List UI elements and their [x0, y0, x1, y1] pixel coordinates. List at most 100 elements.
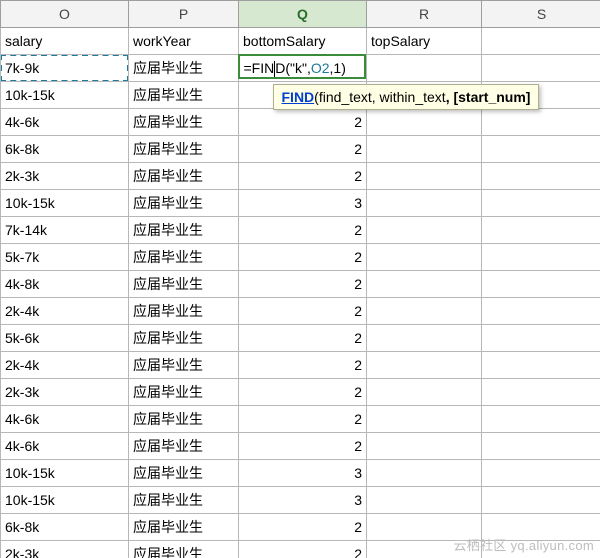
cell-workyear[interactable]: 应届毕业生	[129, 433, 239, 460]
cell[interactable]: workYear	[129, 28, 239, 55]
cell-workyear[interactable]: 应届毕业生	[129, 190, 239, 217]
cell[interactable]	[482, 433, 600, 460]
cell-workyear[interactable]: 应届毕业生	[129, 487, 239, 514]
cell-salary[interactable]: 4k-6k	[1, 433, 129, 460]
cell-topsalary[interactable]	[367, 298, 482, 325]
cell-salary[interactable]: 2k-3k	[1, 379, 129, 406]
cell-workyear[interactable]: 应届毕业生	[129, 244, 239, 271]
cell[interactable]	[482, 163, 600, 190]
cell-workyear[interactable]: 应届毕业生	[129, 109, 239, 136]
cell-bottomsalary[interactable]: 2	[239, 541, 367, 558]
col-header-O[interactable]: O	[1, 1, 129, 28]
cell-bottomsalary[interactable]: 3	[239, 487, 367, 514]
cell-topsalary[interactable]	[367, 55, 482, 82]
cell-workyear[interactable]: 应届毕业生	[129, 136, 239, 163]
cell[interactable]: salary	[1, 28, 129, 55]
cell-salary[interactable]: 10k-15k	[1, 190, 129, 217]
cell-topsalary[interactable]	[367, 136, 482, 163]
cell-bottomsalary[interactable]: 2	[239, 136, 367, 163]
cell[interactable]	[482, 541, 600, 558]
cell[interactable]	[482, 271, 600, 298]
cell-salary[interactable]: 4k-6k	[1, 109, 129, 136]
cell-topsalary[interactable]	[367, 109, 482, 136]
cell-bottomsalary[interactable]: 3	[239, 190, 367, 217]
cell[interactable]	[482, 28, 600, 55]
cell-workyear[interactable]: 应届毕业生	[129, 82, 239, 109]
cell[interactable]	[482, 217, 600, 244]
cell-workyear[interactable]: 应届毕业生	[129, 352, 239, 379]
cell-bottomsalary[interactable]: 2	[239, 379, 367, 406]
cell-topsalary[interactable]	[367, 487, 482, 514]
col-header-P[interactable]: P	[129, 1, 239, 28]
cell-bottomsalary[interactable]: 2	[239, 244, 367, 271]
cell-topsalary[interactable]	[367, 433, 482, 460]
cell[interactable]	[482, 136, 600, 163]
cell-salary[interactable]: 10k-15k	[1, 487, 129, 514]
cell-salary[interactable]: 2k-3k	[1, 541, 129, 558]
cell[interactable]	[482, 406, 600, 433]
cell-topsalary[interactable]	[367, 163, 482, 190]
cell-salary[interactable]: 2k-4k	[1, 352, 129, 379]
cell[interactable]	[482, 55, 600, 82]
cell-bottomsalary[interactable]: 2	[239, 217, 367, 244]
cell-salary[interactable]: 4k-8k	[1, 271, 129, 298]
cell-workyear[interactable]: 应届毕业生	[129, 460, 239, 487]
cell-bottomsalary[interactable]: 2	[239, 298, 367, 325]
cell[interactable]	[482, 460, 600, 487]
cell[interactable]: bottomSalary	[239, 28, 367, 55]
cell-workyear[interactable]: 应届毕业生	[129, 163, 239, 190]
cell-bottomsalary[interactable]: 2	[239, 433, 367, 460]
cell-workyear[interactable]: 应届毕业生	[129, 406, 239, 433]
cell-salary[interactable]: 2k-4k	[1, 298, 129, 325]
cell[interactable]: topSalary	[367, 28, 482, 55]
cell-workyear[interactable]: 应届毕业生	[129, 325, 239, 352]
cell[interactable]	[482, 514, 600, 541]
cell-topsalary[interactable]	[367, 190, 482, 217]
cell-bottomsalary[interactable]: 2	[239, 514, 367, 541]
cell-topsalary[interactable]	[367, 217, 482, 244]
col-header-Q[interactable]: Q	[239, 1, 367, 28]
cell-topsalary[interactable]	[367, 244, 482, 271]
cell-bottomsalary[interactable]: 2	[239, 352, 367, 379]
cell[interactable]	[482, 109, 600, 136]
cell-editor[interactable]: =FIND("k",O2,1)	[238, 54, 366, 79]
cell[interactable]	[482, 244, 600, 271]
cell-bottomsalary[interactable]: 3	[239, 460, 367, 487]
cell-salary[interactable]: 6k-8k	[1, 514, 129, 541]
cell-salary[interactable]: 6k-8k	[1, 136, 129, 163]
cell-salary[interactable]: 2k-3k	[1, 163, 129, 190]
cell-topsalary[interactable]	[367, 271, 482, 298]
cell-workyear[interactable]: 应届毕业生	[129, 55, 239, 82]
cell[interactable]	[482, 352, 600, 379]
col-header-R[interactable]: R	[367, 1, 482, 28]
cell-bottomsalary[interactable]: 2	[239, 163, 367, 190]
cell-workyear[interactable]: 应届毕业生	[129, 271, 239, 298]
cell-bottomsalary[interactable]: 2	[239, 406, 367, 433]
cell-topsalary[interactable]	[367, 406, 482, 433]
cell-salary[interactable]: 5k-7k	[1, 244, 129, 271]
cell-salary[interactable]: 7k-14k	[1, 217, 129, 244]
cell[interactable]	[482, 487, 600, 514]
cell-salary[interactable]: 7k-9k	[1, 55, 129, 82]
cell-bottomsalary[interactable]: 2	[239, 325, 367, 352]
cell-salary[interactable]: 5k-6k	[1, 325, 129, 352]
cell-workyear[interactable]: 应届毕业生	[129, 514, 239, 541]
cell-workyear[interactable]: 应届毕业生	[129, 217, 239, 244]
col-header-S[interactable]: S	[482, 1, 600, 28]
cell-topsalary[interactable]	[367, 460, 482, 487]
cell-workyear[interactable]: 应届毕业生	[129, 541, 239, 558]
cell-salary[interactable]: 10k-15k	[1, 460, 129, 487]
cell-topsalary[interactable]	[367, 379, 482, 406]
cell-topsalary[interactable]	[367, 352, 482, 379]
cell-bottomsalary[interactable]: 2	[239, 271, 367, 298]
cell[interactable]	[482, 190, 600, 217]
cell-workyear[interactable]: 应届毕业生	[129, 298, 239, 325]
cell-workyear[interactable]: 应届毕业生	[129, 379, 239, 406]
cell[interactable]	[482, 379, 600, 406]
cell-salary[interactable]: 4k-6k	[1, 406, 129, 433]
cell-topsalary[interactable]	[367, 541, 482, 558]
cell-topsalary[interactable]	[367, 514, 482, 541]
cell[interactable]	[482, 325, 600, 352]
function-tooltip-name[interactable]: FIND	[282, 89, 315, 105]
cell-topsalary[interactable]	[367, 325, 482, 352]
